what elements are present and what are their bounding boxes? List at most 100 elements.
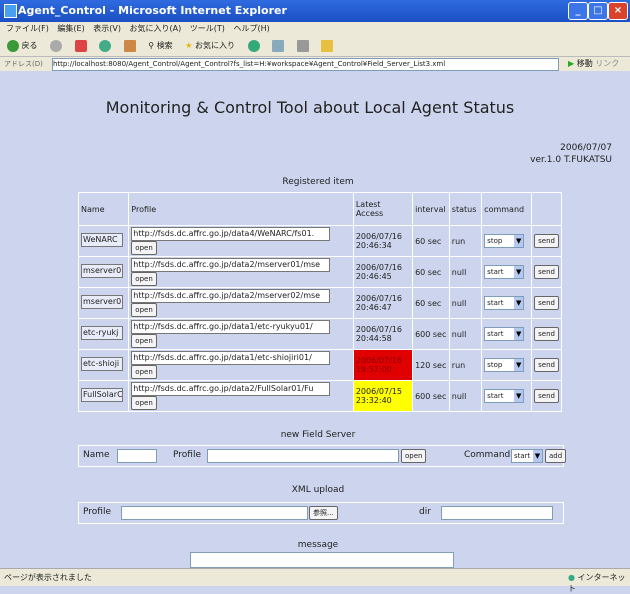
address-input[interactable]: http://localhost:8080/Agent_Control/Agen… [52,58,559,71]
menu-favorites[interactable]: お気に入り(A) [130,24,182,33]
xml-dir-input[interactable] [441,506,553,520]
row-send-button[interactable]: send [534,327,559,341]
menu-help[interactable]: ヘルプ(H) [233,24,269,33]
row-profile-input[interactable]: http://fsds.dc.affrc.go.jp/data4/WeNARC/… [131,227,331,241]
row-open-button[interactable]: open [131,241,157,255]
row-open-button[interactable]: open [131,303,157,317]
status-cell: null [448,380,483,412]
go-button[interactable]: ▶ 移動 リンク [568,58,619,69]
row-profile-input[interactable]: http://fsds.dc.affrc.go.jp/data2/mserver… [131,289,331,303]
new-command-select[interactable]: start ▼ [511,449,543,463]
profile-cell: http://fsds.dc.affrc.go.jp/data2/mserver… [128,256,354,288]
mail-button[interactable] [269,39,287,53]
new-command-label: Command [464,450,511,460]
row-open-button[interactable]: open [131,396,157,410]
row-send-button[interactable]: send [534,265,559,279]
row-profile-input[interactable]: http://fsds.dc.affrc.go.jp/data1/etc-ryu… [131,320,331,334]
page-title: Monitoring & Control Tool about Local Ag… [105,98,515,117]
xml-profile-input[interactable] [121,506,308,520]
forward-button[interactable] [47,39,65,53]
row-command-select[interactable]: start ▼ [484,389,525,403]
chevron-down-icon: ▼ [514,359,524,371]
favorites-label: お気に入り [194,41,235,50]
row-command-select[interactable]: stop ▼ [484,358,525,372]
command-cell: start ▼ [481,287,533,319]
row-name-input[interactable]: etc-ryukj [81,326,123,340]
folder-icon [321,39,334,52]
add-button[interactable]: add [545,449,567,463]
status-bar: ページが表示されました ● インターネット [0,568,630,593]
menu-tools[interactable]: ツール(T) [190,24,225,33]
interval-cell: 60 sec [412,256,450,288]
status-cell: null [448,287,483,319]
send-cell: send [531,349,562,381]
chevron-down-icon: ▼ [514,266,524,278]
folder-button[interactable] [318,39,336,53]
row-name-input[interactable]: etc-shioji [81,357,123,371]
search-button[interactable]: ⚲ 検索 [145,39,175,53]
links-label[interactable]: リンク [595,59,619,68]
message-textarea[interactable] [190,552,454,568]
row-profile-input[interactable]: http://fsds.dc.affrc.go.jp/data2/FullSol… [131,382,331,396]
row-send-button[interactable]: send [534,296,559,310]
row-name-input[interactable]: mserver0 [81,264,123,278]
favorites-button[interactable]: ★ お気に入り [182,39,238,53]
row-command-select[interactable]: start ▼ [484,265,525,279]
home-icon [123,39,136,52]
globe-icon: ● [568,573,575,582]
row-send-button[interactable]: send [534,234,559,248]
history-button[interactable] [245,39,263,53]
send-cell: send [531,287,562,319]
status-cell: null [448,256,483,288]
row-command-value: start [487,392,504,400]
row-open-button[interactable]: open [131,334,157,348]
row-open-button[interactable]: open [131,365,157,379]
minimize-button[interactable]: _ [568,2,588,20]
profile-cell: http://fsds.dc.affrc.go.jp/data2/mserver… [128,287,354,319]
close-button[interactable]: × [608,2,628,20]
row-name-input[interactable]: mserver0 [81,295,123,309]
row-name-input[interactable]: FullSolarC [81,388,123,402]
window-title: Agent_Control - Microsoft Internet Explo… [18,4,287,17]
row-command-select[interactable]: start ▼ [484,296,525,310]
xml-upload-heading: XML upload [291,485,345,495]
search-icon: ⚲ [148,41,155,50]
col-command: command [481,192,533,226]
row-send-button[interactable]: send [534,389,559,403]
star-icon: ★ [185,41,193,50]
back-button[interactable]: 戻る [4,39,41,53]
row-open-button[interactable]: open [131,272,157,286]
menu-view[interactable]: 表示(V) [93,24,121,33]
print-button[interactable] [294,39,312,53]
command-cell: start ▼ [481,256,533,288]
command-cell: stop ▼ [481,225,533,257]
maximize-button[interactable]: □ [588,2,608,20]
col-status: status [448,192,483,226]
menu-edit[interactable]: 編集(E) [57,24,84,33]
col-profile: Profile [128,192,354,226]
menu-file[interactable]: ファイル(F) [6,24,49,33]
registered-heading: Registered item [282,177,354,187]
profile-cell: http://fsds.dc.affrc.go.jp/data2/FullSol… [128,380,354,412]
name-cell: etc-shioji [77,349,130,381]
search-label: 検索 [156,41,173,50]
chevron-down-icon: ▼ [514,390,524,402]
stop-button[interactable] [72,39,90,53]
row-command-select[interactable]: start ▼ [484,327,525,341]
row-profile-input[interactable]: http://fsds.dc.affrc.go.jp/data1/etc-shi… [131,351,331,365]
new-fs-heading: new Field Server [280,430,356,440]
back-label: 戻る [21,41,38,50]
new-profile-input[interactable] [207,449,399,463]
browse-button[interactable]: 参照... [309,506,338,520]
profile-cell: http://fsds.dc.affrc.go.jp/data1/etc-ryu… [128,318,354,350]
row-profile-input[interactable]: http://fsds.dc.affrc.go.jp/data2/mserver… [131,258,331,272]
col-send [531,192,562,226]
new-open-button[interactable]: open [401,449,427,463]
home-button[interactable] [121,39,139,53]
row-name-input[interactable]: WeNARC [81,233,123,247]
new-name-input[interactable] [117,449,157,463]
row-send-button[interactable]: send [534,358,559,372]
row-command-select[interactable]: stop ▼ [484,234,525,248]
toolbar: 戻る ⚲ 検索 ★ お気に入り [0,36,630,57]
refresh-button[interactable] [96,39,114,53]
